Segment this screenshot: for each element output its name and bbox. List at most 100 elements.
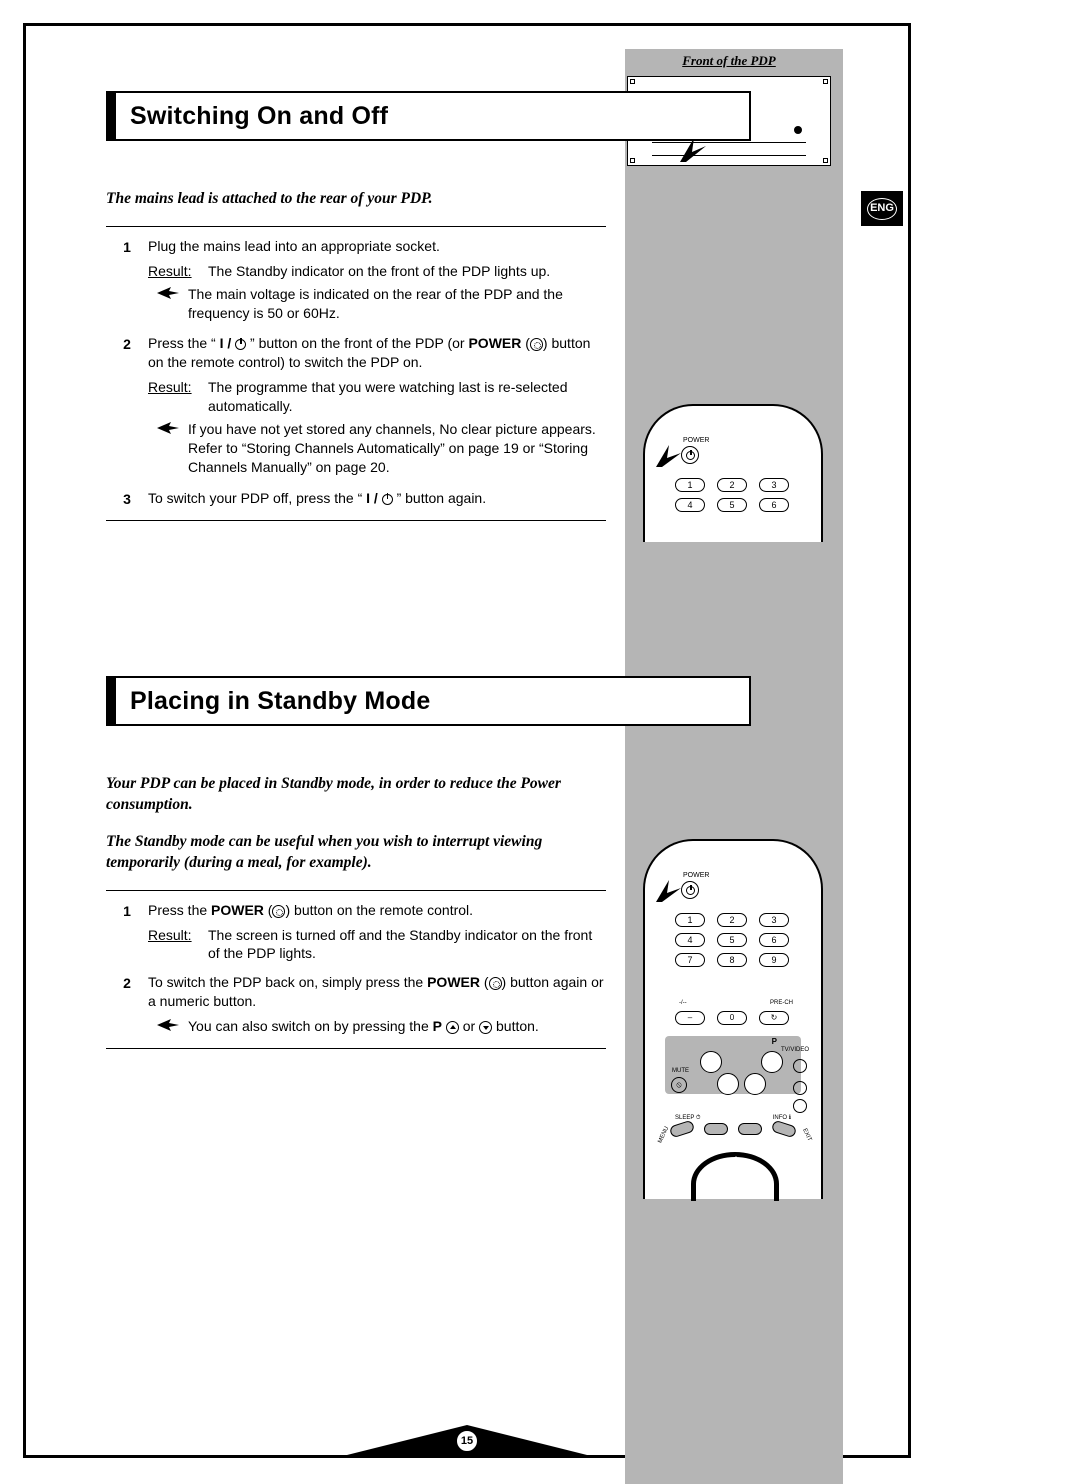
note-text: The main voltage is indicated on the rea… (188, 285, 606, 323)
num-button: 2 (717, 478, 747, 492)
result-row: Result: The programme that you were watc… (148, 378, 606, 416)
dpad (685, 1146, 785, 1201)
divider (106, 520, 606, 521)
step-body: Press the “ I / ” button on the front of… (148, 334, 606, 482)
intro-text: Your PDP can be placed in Standby mode, … (106, 774, 606, 826)
prech-label: PRE-CH (770, 999, 793, 1007)
num-button: 6 (759, 933, 789, 947)
corner-mark (630, 79, 635, 84)
exit-label: EXIT (800, 1127, 813, 1143)
note-arrow-icon (148, 1017, 188, 1036)
step-body: To switch your PDP off, press the “ I / … (148, 489, 606, 514)
func-row (670, 1123, 796, 1135)
up-triangle-icon (731, 1156, 741, 1163)
step-row: 2 To switch the PDP back on, simply pres… (106, 973, 606, 1042)
result-label: Result: (148, 262, 208, 281)
note-arrow-icon (148, 420, 188, 477)
note-row: You can also switch on by pressing the P… (148, 1017, 606, 1036)
result-text: The Standby indicator on the front of th… (208, 262, 606, 281)
side-button (793, 1081, 807, 1095)
num-button: 4 (675, 933, 705, 947)
num-button: 3 (759, 913, 789, 927)
divider (106, 890, 606, 891)
result-text: The programme that you were watching las… (208, 378, 606, 416)
power-circle-icon (272, 905, 285, 918)
power-label: POWER (683, 871, 709, 880)
step-text: Plug the mains lead into an appropriate … (148, 237, 606, 256)
pointer-arrow-icon (655, 442, 685, 473)
language-badge-text: ENG (867, 198, 897, 220)
tv-video-label: TV/VIDEO (781, 1046, 809, 1054)
exit-pill (771, 1120, 798, 1139)
step-number: 2 (106, 973, 148, 1042)
power-icon (235, 339, 246, 350)
page-frame: ENG Front of the PDP ▼ C/P. I / ⏻ POWER (23, 23, 911, 1458)
step-body: Press the POWER () button on the remote … (148, 901, 606, 968)
divider (106, 1048, 606, 1049)
step-text: Press the POWER () button on the remote … (148, 901, 606, 920)
step-body: To switch the PDP back on, simply press … (148, 973, 606, 1042)
p-label: P (772, 1037, 777, 1048)
section-title-text: Switching On and Off (130, 102, 388, 130)
vol-down-button (717, 1073, 739, 1095)
func-labels: SLEEP ⏱ INFO ℹ (675, 1114, 791, 1122)
page-number: 15 (456, 1430, 478, 1452)
corner-mark (823, 158, 828, 163)
step-number: 2 (106, 334, 148, 482)
step-text: To switch your PDP off, press the “ I / … (148, 489, 606, 508)
step-row: 1 Plug the mains lead into an appropriat… (106, 237, 606, 329)
step-row: 1 Press the POWER () button on the remot… (106, 901, 606, 968)
zero-button: 0 (717, 1011, 747, 1025)
num-button: 5 (717, 498, 747, 512)
language-badge: ENG (861, 191, 903, 226)
button-strip (652, 142, 806, 156)
note-text: If you have not yet stored any channels,… (188, 420, 606, 477)
sleep-pill (704, 1123, 728, 1135)
number-buttons: 1 2 3 4 5 6 (675, 478, 795, 512)
num-button: 2 (717, 913, 747, 927)
power-icon (382, 494, 393, 505)
section1-content: The mains lead is attached to the rear o… (106, 189, 606, 531)
remote-diagram-big: POWER 1 2 3 4 5 6 7 8 9 -/-- PRE-CH ‒ 0 … (643, 839, 823, 1199)
corner-mark (823, 79, 828, 84)
step-number: 1 (106, 237, 148, 329)
info-pill (738, 1123, 762, 1135)
power-circle-icon (489, 977, 502, 990)
dash-label: -/-- (679, 999, 687, 1007)
section2-content: Your PDP can be placed in Standby mode, … (106, 774, 606, 1059)
prech-button: ↻ (759, 1011, 789, 1025)
note-text: You can also switch on by pressing the P… (188, 1017, 606, 1036)
num-button: 8 (717, 953, 747, 967)
intro-text: The mains lead is attached to the rear o… (106, 189, 606, 220)
remote-diagram-small: POWER 1 2 3 4 5 6 (643, 404, 823, 542)
button-row-4: ‒ 0 ↻ (675, 1011, 795, 1025)
power-label: POWER (683, 436, 709, 445)
note-row: The main voltage is indicated on the rea… (148, 285, 606, 323)
step-text: To switch the PDP back on, simply press … (148, 973, 606, 1011)
side-button (793, 1099, 807, 1113)
diagram-caption: Front of the PDP (625, 52, 833, 70)
divider (106, 226, 606, 227)
p-down-icon (479, 1021, 492, 1034)
note-row: If you have not yet stored any channels,… (148, 420, 606, 477)
p-up-icon (446, 1021, 459, 1034)
num-button: 4 (675, 498, 705, 512)
num-button: 6 (759, 498, 789, 512)
step-number: 1 (106, 901, 148, 968)
section-title: Placing in Standby Mode (106, 676, 751, 726)
step-row: 2 Press the “ I / ” button on the front … (106, 334, 606, 482)
vol-up-button (700, 1051, 722, 1073)
step-body: Plug the mains lead into an appropriate … (148, 237, 606, 329)
side-column: ENG Front of the PDP ▼ C/P. I / ⏻ POWER (625, 49, 843, 1484)
note-arrow-icon (148, 285, 188, 323)
step-number: 3 (106, 489, 148, 514)
result-row: Result: The Standby indicator on the fro… (148, 262, 606, 281)
step-text: Press the “ I / ” button on the front of… (148, 334, 606, 372)
num-button: 9 (759, 953, 789, 967)
menu-label: MENU (656, 1125, 671, 1144)
menu-pill (669, 1120, 696, 1139)
result-label: Result: (148, 926, 208, 964)
section-title-text: Placing in Standby Mode (130, 687, 430, 715)
num-button: 3 (759, 478, 789, 492)
standby-led (794, 126, 802, 134)
